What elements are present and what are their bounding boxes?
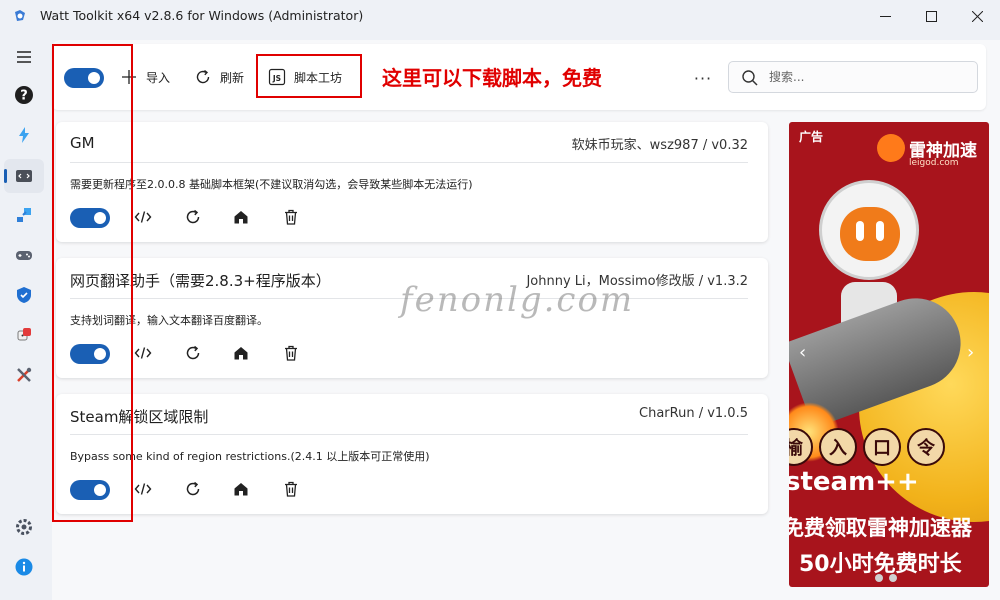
more-icon: ··· — [693, 68, 713, 88]
refresh-script-button[interactable] — [182, 342, 204, 364]
code-icon — [134, 347, 152, 359]
card-divider — [70, 434, 748, 435]
ad-brand: 雷神加速 leigod.com — [877, 132, 989, 172]
script-author: CharRun / v1.0.5 — [639, 406, 748, 421]
sidebar-menu-button[interactable] — [4, 40, 44, 74]
ad-carousel-dots — [875, 574, 897, 582]
ad-seal: 入 — [819, 428, 857, 466]
sidebar-item-about[interactable] — [4, 550, 44, 584]
title-bar: Watt Toolkit x64 v2.8.6 for Windows (Adm… — [0, 0, 1000, 32]
ad-steam-text: steam++ — [789, 467, 919, 497]
refresh-icon — [186, 481, 200, 496]
delete-button[interactable] — [280, 342, 302, 364]
dice-icon — [17, 328, 31, 341]
sidebar-item-help[interactable]: ? — [4, 78, 44, 112]
trash-icon — [285, 209, 297, 225]
code-icon — [134, 483, 152, 495]
lightning-icon — [19, 127, 29, 143]
sidebar-item-accelerator[interactable] — [4, 118, 44, 152]
ad-next-arrow[interactable]: › — [967, 342, 974, 363]
info-icon — [15, 558, 33, 576]
sidebar-item-settings[interactable] — [4, 510, 44, 544]
more-options-button[interactable]: ··· — [688, 68, 718, 88]
search-box[interactable] — [728, 61, 978, 93]
minimize-icon — [879, 15, 891, 17]
code-icon — [134, 211, 152, 223]
toggle-column-highlight-box — [52, 44, 133, 522]
homepage-button[interactable] — [230, 206, 252, 228]
script-icon — [16, 170, 32, 182]
edit-code-button[interactable] — [132, 206, 154, 228]
sidebar-item-account[interactable] — [4, 198, 44, 232]
ad-carousel-dot[interactable] — [875, 574, 883, 582]
delete-button[interactable] — [280, 206, 302, 228]
robot-face — [840, 207, 900, 261]
refresh-icon — [186, 345, 200, 360]
script-card-steam-region: Steam解锁区域限制 CharRun / v1.0.5 Bypass some… — [56, 394, 768, 514]
home-icon — [234, 211, 248, 224]
home-icon — [234, 347, 248, 360]
ad-promo-line1: 免费领取雷神加速器 — [789, 516, 972, 540]
home-icon — [234, 483, 248, 496]
robot-eye — [876, 221, 884, 241]
search-icon — [742, 70, 758, 86]
maximize-button[interactable] — [908, 0, 954, 32]
ad-label: 广告 — [799, 130, 824, 144]
refresh-icon — [196, 69, 210, 84]
trash-icon — [285, 481, 297, 497]
ad-seal-row: 榆 入 口 令 — [789, 428, 945, 466]
edit-code-button[interactable] — [132, 478, 154, 500]
trash-icon — [285, 345, 297, 361]
sidebar-item-tools[interactable] — [4, 358, 44, 392]
robot-eye — [856, 221, 864, 241]
refresh-script-button[interactable] — [182, 206, 204, 228]
script-author: 软妹币玩家、wsz987 / v0.32 — [571, 138, 748, 153]
minimize-button[interactable] — [862, 0, 908, 32]
app-logo-icon — [15, 10, 25, 21]
settings-icon — [16, 519, 32, 535]
refresh-button[interactable]: 刷新 — [194, 64, 244, 90]
delete-button[interactable] — [280, 478, 302, 500]
ad-seal: 令 — [907, 428, 945, 466]
refresh-label: 刷新 — [220, 70, 245, 85]
close-button[interactable] — [954, 0, 1000, 32]
sidebar: ? — [0, 32, 48, 600]
leigod-logo-icon — [877, 134, 905, 162]
puzzle-icon — [17, 208, 31, 222]
window-title: Watt Toolkit x64 v2.8.6 for Windows (Adm… — [40, 8, 364, 23]
ad-prev-arrow[interactable]: ‹ — [799, 342, 806, 363]
menu-icon — [17, 51, 31, 63]
card-divider — [70, 162, 748, 163]
ad-banner[interactable]: 广告 雷神加速 leigod.com ‹ › 榆 入 口 令 steam++ 免… — [789, 122, 989, 587]
workshop-highlight-box — [256, 54, 362, 98]
refresh-icon — [186, 209, 200, 224]
search-input[interactable] — [769, 67, 969, 87]
help-icon: ? — [15, 86, 33, 104]
ad-carousel-dot[interactable] — [889, 574, 897, 582]
ad-brand-url: leigod.com — [909, 158, 959, 168]
robot-mascot-head — [819, 180, 919, 280]
import-label: 导入 — [146, 70, 171, 85]
homepage-button[interactable] — [230, 478, 252, 500]
sidebar-item-security[interactable] — [4, 278, 44, 312]
svg-text:?: ? — [20, 89, 28, 104]
annotation-text: 这里可以下载脚本，免费 — [382, 66, 602, 90]
refresh-script-button[interactable] — [182, 478, 204, 500]
sidebar-item-scripts[interactable] — [4, 159, 44, 193]
script-card-gm: GM 软妹币玩家、wsz987 / v0.32 需要更新程序至2.0.0.8 基… — [56, 122, 768, 242]
shield-icon — [17, 287, 31, 303]
sidebar-item-games[interactable] — [4, 238, 44, 272]
ad-seal: 榆 — [789, 428, 813, 466]
close-icon — [971, 10, 983, 22]
homepage-button[interactable] — [230, 342, 252, 364]
tools-icon — [17, 367, 32, 382]
watermark-text: fenonlg.com — [400, 280, 635, 320]
sidebar-item-arcade[interactable] — [4, 318, 44, 352]
edit-code-button[interactable] — [132, 342, 154, 364]
ad-seal: 口 — [863, 428, 901, 466]
gamepad-icon — [16, 251, 32, 260]
maximize-icon — [925, 10, 937, 22]
